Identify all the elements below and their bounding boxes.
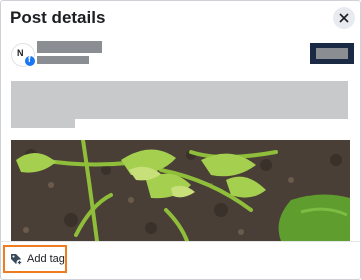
post-text-redacted-line xyxy=(11,119,75,128)
avatar[interactable]: N f xyxy=(11,43,36,67)
panel-header: Post details xyxy=(1,1,360,37)
add-tag-button[interactable]: Add tag xyxy=(3,245,67,273)
avatar-initial: N xyxy=(17,48,24,58)
post-meta-redacted xyxy=(37,56,89,64)
post-details-panel: Post details N f Add tag xyxy=(0,0,361,280)
facebook-icon: f xyxy=(24,55,36,67)
author-name-redacted[interactable] xyxy=(37,41,102,53)
page-title: Post details xyxy=(10,8,106,27)
add-tag-label: Add tag xyxy=(27,253,65,265)
action-label-redacted xyxy=(316,48,348,59)
post-action-button[interactable] xyxy=(310,43,354,64)
close-icon xyxy=(339,13,349,23)
tag-plus-icon xyxy=(11,253,23,265)
post-text-redacted xyxy=(11,81,348,119)
close-button[interactable] xyxy=(333,7,355,29)
post-image xyxy=(11,140,350,241)
post-image-graphic xyxy=(11,140,350,241)
facebook-badge-letter: f xyxy=(28,55,31,64)
